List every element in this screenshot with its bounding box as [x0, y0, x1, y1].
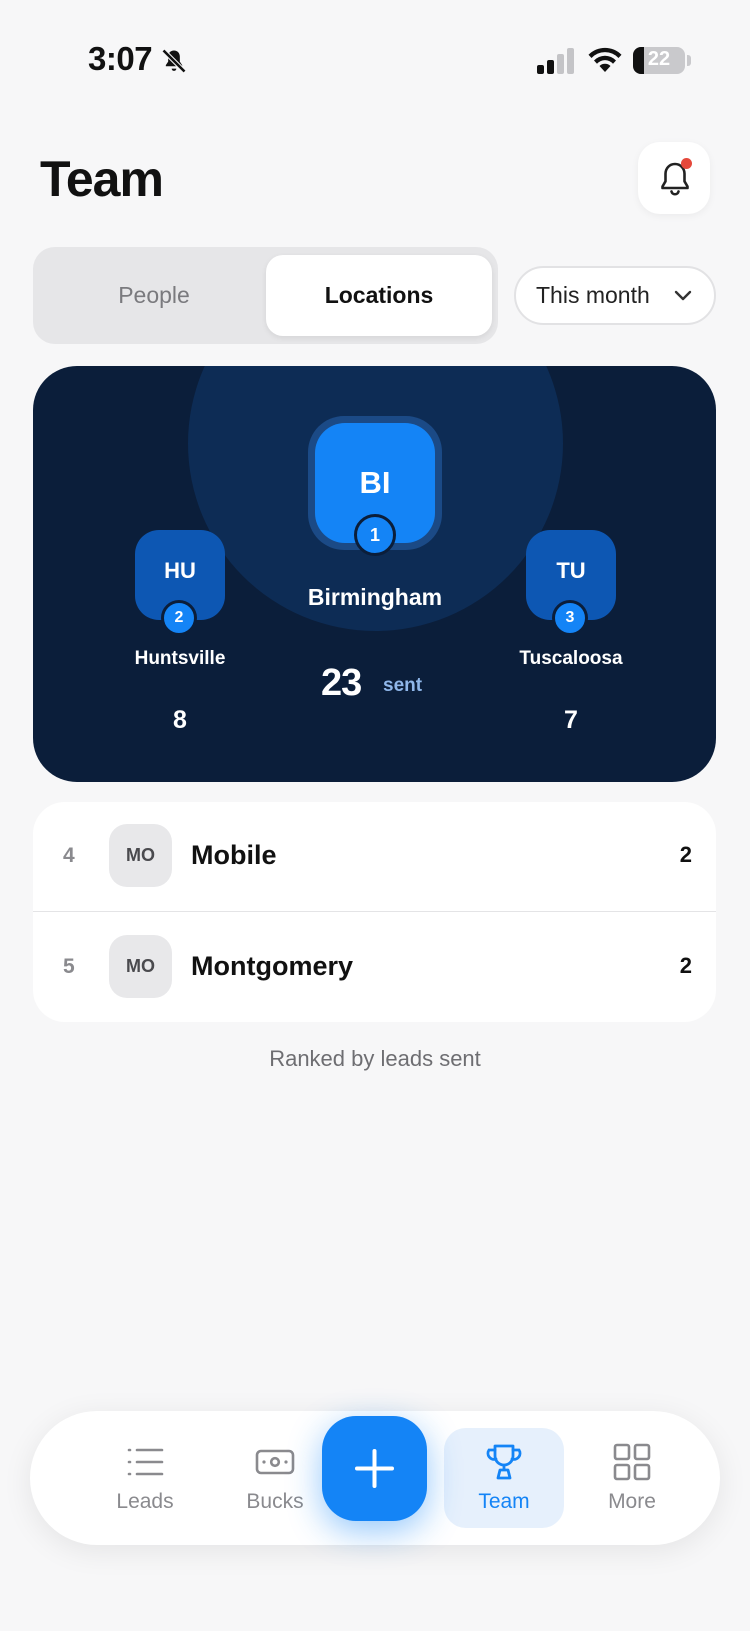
list-icon	[127, 1448, 164, 1476]
nav-more-label: More	[608, 1490, 656, 1513]
third-place-count: 7	[564, 706, 578, 734]
bell-off-icon	[161, 48, 187, 74]
ranking-list: 4 MO Mobile 2 5 MO Montgomery 2	[33, 802, 716, 1022]
period-dropdown[interactable]: This month	[514, 266, 716, 325]
nav-team-label: Team	[478, 1490, 530, 1513]
tab-locations[interactable]: Locations	[266, 255, 492, 336]
page-title: Team	[40, 151, 164, 207]
first-place-unit: sent	[383, 675, 423, 696]
battery-cap	[687, 55, 691, 66]
list-item-rank: 4	[63, 844, 75, 867]
cellular-signal-icon	[537, 48, 574, 74]
nav-leads[interactable]: Leads	[85, 1411, 205, 1545]
trophy-icon	[486, 1444, 522, 1480]
add-lead-button[interactable]	[322, 1416, 427, 1521]
notification-dot	[681, 158, 692, 169]
status-bar: 3:07 22	[0, 0, 750, 120]
status-time: 3:07	[88, 40, 153, 77]
list-item-count: 2	[679, 953, 692, 978]
banknote-icon	[255, 1449, 295, 1475]
list-item-avatar: MO	[109, 935, 172, 998]
wifi-icon	[588, 47, 622, 72]
list-item[interactable]: 5 MO Montgomery 2	[33, 913, 716, 1022]
ranking-footnote: Ranked by leads sent	[269, 1046, 481, 1071]
list-item-name: Montgomery	[191, 951, 353, 981]
second-place-count: 8	[173, 706, 187, 734]
second-place-rank-badge: 2	[161, 600, 197, 636]
first-place-count: 23	[321, 662, 362, 704]
list-item-rank: 5	[63, 955, 75, 978]
nav-bucks[interactable]: Bucks	[215, 1411, 335, 1545]
nav-bucks-label: Bucks	[246, 1490, 304, 1513]
grid-icon	[613, 1443, 651, 1481]
first-place-rank-badge: 1	[354, 514, 396, 556]
battery-percent: 22	[647, 48, 671, 70]
nav-more[interactable]: More	[572, 1411, 692, 1545]
list-item-count: 2	[679, 842, 692, 867]
third-place-rank-badge: 3	[552, 600, 588, 636]
battery-icon: 22	[633, 47, 685, 74]
tab-people[interactable]: People	[41, 255, 267, 336]
list-item-name: Mobile	[191, 840, 277, 870]
plus-icon	[355, 1449, 394, 1488]
notifications-button[interactable]	[638, 142, 710, 214]
first-place-name: Birmingham	[307, 584, 443, 610]
chevron-down-icon	[674, 290, 692, 301]
leaderboard-podium: BI 1 Birmingham 23 sent HU 2 Huntsville …	[33, 366, 716, 782]
list-item[interactable]: 4 MO Mobile 2	[33, 802, 716, 912]
second-place-name: Huntsville	[134, 648, 226, 669]
nav-team[interactable]: Team	[444, 1428, 564, 1528]
period-label: This month	[536, 282, 650, 308]
third-place-name: Tuscaloosa	[519, 648, 623, 669]
view-toggle: People Locations	[33, 247, 498, 344]
list-item-avatar: MO	[109, 824, 172, 887]
nav-leads-label: Leads	[116, 1490, 174, 1513]
